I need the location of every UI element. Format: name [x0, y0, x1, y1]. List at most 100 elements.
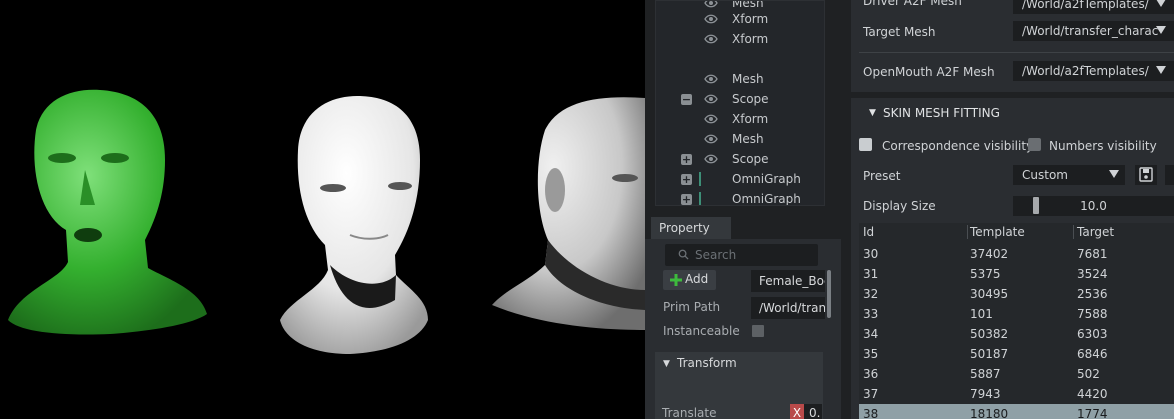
viewport[interactable]: [0, 0, 645, 419]
cell-target: 1774: [1077, 407, 1108, 419]
cell-target: 6303: [1077, 327, 1108, 341]
translate-x-field[interactable]: 0.: [804, 404, 822, 419]
driver-mesh-dropdown[interactable]: /World/a2fTemplates/: [1013, 0, 1174, 14]
table-row[interactable]: 30 37402 7681: [859, 244, 1174, 264]
property-search-input[interactable]: Search: [665, 244, 818, 266]
cell-id: 30: [863, 247, 879, 261]
prim-name-field[interactable]: Female_Boc: [751, 270, 825, 292]
openmouth-mesh-label: OpenMouth A2F Mesh: [863, 65, 995, 79]
cell-target: 7681: [1077, 247, 1108, 261]
expand-icon[interactable]: +: [681, 173, 692, 185]
cell-template: 18180: [970, 407, 1009, 419]
table-row[interactable]: 33 101 7588: [859, 304, 1174, 324]
table-row[interactable]: 34 50382 6303: [859, 324, 1174, 344]
display-size-value: 10.0: [1080, 199, 1107, 213]
correspondence-visibility-label: Correspondence visibility: [882, 139, 1034, 153]
save-icon: [1139, 167, 1153, 182]
visibility-eye-icon[interactable]: [704, 33, 718, 45]
cell-id: 31: [863, 267, 879, 281]
table-row[interactable]: 31 5375 3524: [859, 264, 1174, 284]
stage-tree-row[interactable]: − Scope: [656, 89, 824, 109]
plus-icon: [670, 274, 682, 286]
table-row[interactable]: 32 30495 2536: [859, 284, 1174, 304]
search-placeholder: Search: [695, 248, 737, 262]
display-size-label: Display Size: [863, 199, 936, 213]
stage-tree-row[interactable]: Xform: [656, 109, 824, 129]
property-panel: Property Search Add Female_Boc Prim Path…: [645, 212, 841, 419]
stage-tree-row[interactable]: [656, 49, 824, 69]
cell-id: 35: [863, 347, 879, 361]
table-row[interactable]: 37 7943 4420: [859, 384, 1174, 404]
column-divider: [967, 225, 968, 239]
cell-template: 37402: [970, 247, 1009, 261]
cell-template: 101: [970, 307, 993, 321]
cell-target: 502: [1077, 367, 1100, 381]
stage-tree-label: Scope: [732, 152, 769, 166]
visibility-eye-icon[interactable]: [704, 93, 718, 105]
column-header-template[interactable]: Template: [970, 225, 1025, 239]
cell-template: 50382: [970, 327, 1009, 341]
visibility-eye-icon[interactable]: [704, 133, 718, 145]
stage-tree-row[interactable]: + Scope: [656, 149, 824, 169]
stage-tree-row[interactable]: Mesh: [656, 129, 824, 149]
instanceable-checkbox[interactable]: [752, 325, 764, 337]
column-header-target[interactable]: Target: [1077, 225, 1114, 239]
dropdown-arrow-icon: [1156, 66, 1166, 74]
visibility-eye-icon[interactable]: [704, 113, 718, 125]
cell-target: 2536: [1077, 287, 1108, 301]
skin-mesh-fitting-title: SKIN MESH FITTING: [883, 106, 1000, 120]
visibility-eye-icon[interactable]: [704, 153, 718, 165]
cell-template: 30495: [970, 287, 1009, 301]
preset-dropdown[interactable]: Custom: [1013, 165, 1125, 185]
table-row[interactable]: 35 50187 6846: [859, 344, 1174, 364]
cell-id: 37: [863, 387, 879, 401]
collapse-triangle-icon: ▼: [869, 108, 876, 118]
x-axis-badge: X: [790, 404, 804, 419]
divider: [859, 52, 1174, 53]
collapse-triangle-icon: ▼: [663, 359, 670, 369]
save-preset-button[interactable]: [1135, 165, 1157, 185]
skin-mesh-fitting-section: ▼ SKIN MESH FITTING Correspondence visib…: [851, 98, 1174, 419]
expand-icon[interactable]: +: [681, 193, 692, 205]
table-row[interactable]: 36 5887 502: [859, 364, 1174, 384]
visibility-eye-icon[interactable]: [704, 73, 718, 85]
table-row[interactable]: 38 18180 1774: [859, 404, 1174, 419]
expand-icon[interactable]: +: [681, 153, 692, 165]
add-button[interactable]: Add: [663, 270, 716, 290]
driver-mesh-label: Driver A2F Mesh: [863, 0, 962, 8]
stage-tree-row[interactable]: + OmniGraph: [656, 169, 824, 189]
visibility-eye-icon[interactable]: [704, 0, 718, 9]
collapse-icon[interactable]: −: [681, 93, 692, 105]
numbers-visibility-label: Numbers visibility: [1049, 139, 1157, 153]
stage-tree-row[interactable]: Xform: [656, 9, 824, 29]
correspondence-visibility-checkbox[interactable]: [859, 138, 872, 151]
display-size-slider[interactable]: 10.0: [1013, 196, 1174, 216]
preset-options-button[interactable]: [1165, 165, 1174, 185]
prim-path-field[interactable]: /World/tran: [751, 297, 825, 319]
cell-id: 36: [863, 367, 879, 381]
skin-mesh-fitting-header[interactable]: ▼ SKIN MESH FITTING: [851, 98, 1174, 128]
instanceable-label: Instanceable: [663, 324, 740, 338]
dropdown-arrow-icon: [1156, 0, 1166, 7]
property-scrollbar-thumb[interactable]: [827, 270, 831, 318]
property-body: Search Add Female_Boc Prim Path /World/t…: [645, 239, 841, 419]
target-mesh-value: /World/transfer_charac: [1022, 24, 1159, 38]
cell-target: 3524: [1077, 267, 1108, 281]
green-head: [8, 89, 207, 335]
stage-tree-label: Mesh: [732, 132, 764, 146]
search-icon: [678, 249, 689, 260]
numbers-visibility-checkbox[interactable]: [1028, 138, 1041, 151]
visibility-eye-icon[interactable]: [704, 13, 718, 25]
openmouth-mesh-dropdown[interactable]: /World/a2fTemplates/: [1013, 61, 1174, 81]
target-mesh-dropdown[interactable]: /World/transfer_charac: [1013, 21, 1174, 41]
tab-property[interactable]: Property: [651, 217, 731, 239]
stage-tree-row[interactable]: Xform: [656, 29, 824, 49]
stage-tree-row[interactable]: + OmniGraph: [656, 189, 824, 205]
column-header-id[interactable]: Id: [863, 225, 874, 239]
cell-target: 4420: [1077, 387, 1108, 401]
white-head: [280, 95, 428, 354]
stage-tree-label: Xform: [732, 112, 769, 126]
preset-label: Preset: [863, 169, 901, 183]
stage-tree-row[interactable]: Mesh: [656, 69, 824, 89]
a2f-panel: Driver A2F Mesh /World/a2fTemplates/ Tar…: [841, 0, 1174, 419]
